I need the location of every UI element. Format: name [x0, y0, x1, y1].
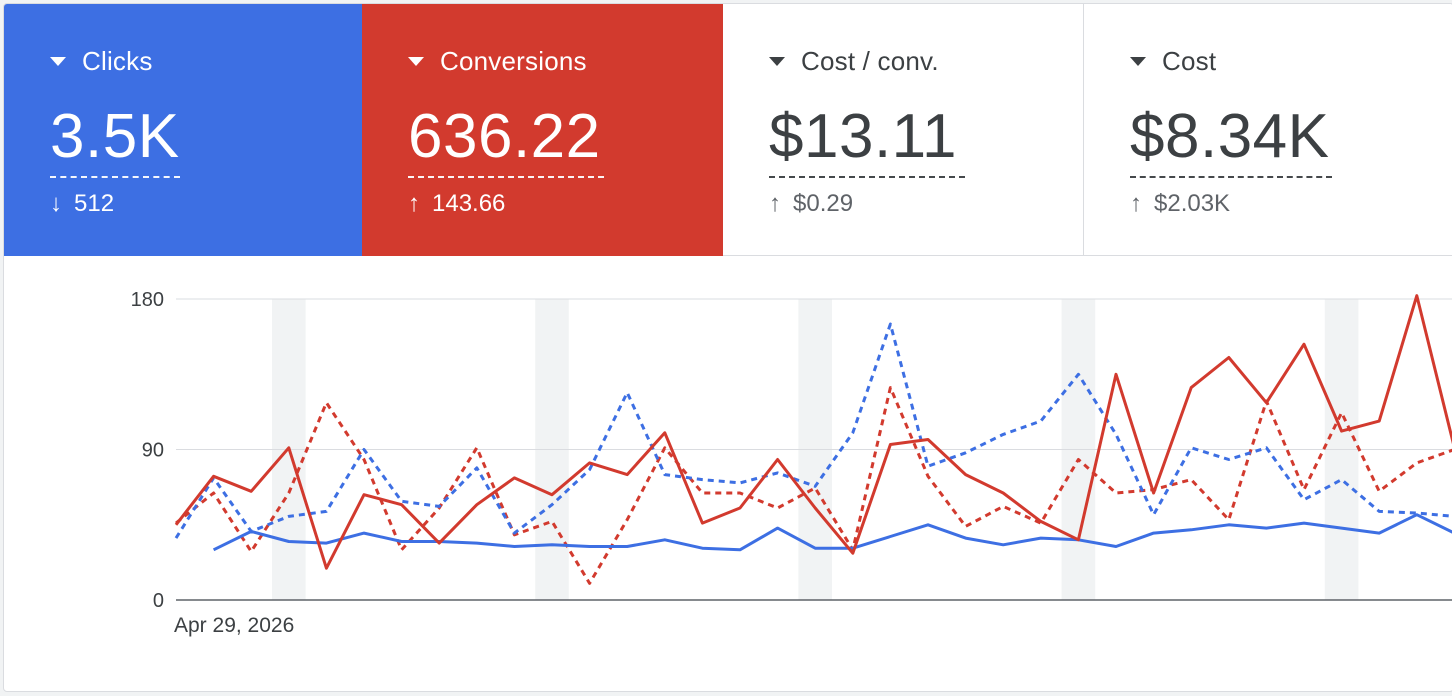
dashed-underline	[769, 176, 965, 178]
metric-label: Cost / conv.	[801, 45, 939, 76]
metric-delta: ↑ $0.29	[769, 190, 853, 218]
metric-delta-value: $0.29	[793, 190, 854, 217]
arrow-down-icon: ↓	[50, 190, 62, 217]
y-tick-label: 180	[131, 289, 164, 311]
arrow-up-icon: ↑	[1130, 190, 1142, 217]
arrow-up-icon: ↑	[408, 190, 420, 217]
metric-dropdown[interactable]: Cost	[1130, 44, 1216, 78]
y-axis: 180 90 0	[131, 289, 164, 612]
metric-label: Cost	[1162, 45, 1217, 76]
metric-delta-value: 143.66	[432, 190, 506, 217]
metric-value: 3.5K	[50, 102, 180, 171]
metric-delta-value: $2.03K	[1154, 190, 1231, 217]
metric-tile-cost-per-conv[interactable]: Cost / conv. $13.11 ↑ $0.29	[723, 4, 1084, 256]
metric-tiles: Clicks 3.5K ↓ 512 Conversions 636.22 ↑ 1…	[4, 4, 1452, 256]
metric-tile-cost[interactable]: Cost $8.34K ↑ $2.03K	[1084, 4, 1452, 256]
x-axis-start-date: Apr 29, 2026	[174, 614, 294, 637]
dashed-underline	[408, 176, 604, 178]
metric-delta: ↑ 143.66	[408, 190, 505, 218]
dashed-underline	[50, 176, 180, 178]
metric-delta: ↓ 512	[50, 190, 114, 218]
performance-card: Clicks 3.5K ↓ 512 Conversions 636.22 ↑ 1…	[3, 3, 1452, 692]
performance-line-chart: 180 90 0 Apr 29, 2026	[131, 289, 1452, 637]
metric-tile-conversions[interactable]: Conversions 636.22 ↑ 143.66	[362, 4, 723, 256]
caret-down-icon	[769, 56, 785, 66]
metric-delta-value: 512	[74, 190, 115, 217]
metric-dropdown[interactable]: Cost / conv.	[769, 44, 939, 78]
caret-down-icon	[50, 56, 66, 66]
metric-label: Clicks	[82, 45, 153, 76]
metric-value: 636.22	[408, 102, 601, 171]
y-tick-label: 90	[142, 440, 164, 462]
metric-tile-clicks[interactable]: Clicks 3.5K ↓ 512	[4, 4, 362, 256]
caret-down-icon	[1130, 56, 1146, 66]
metric-dropdown[interactable]: Clicks	[50, 44, 153, 78]
metric-label: Conversions	[440, 45, 587, 76]
metric-delta: ↑ $2.03K	[1130, 190, 1230, 218]
metric-value: $8.34K	[1130, 102, 1330, 171]
arrow-up-icon: ↑	[769, 190, 781, 217]
y-tick-label: 0	[153, 590, 164, 612]
caret-down-icon	[408, 56, 424, 66]
metric-value: $13.11	[769, 102, 958, 171]
metric-dropdown[interactable]: Conversions	[408, 44, 587, 78]
dashed-underline	[1130, 176, 1332, 178]
